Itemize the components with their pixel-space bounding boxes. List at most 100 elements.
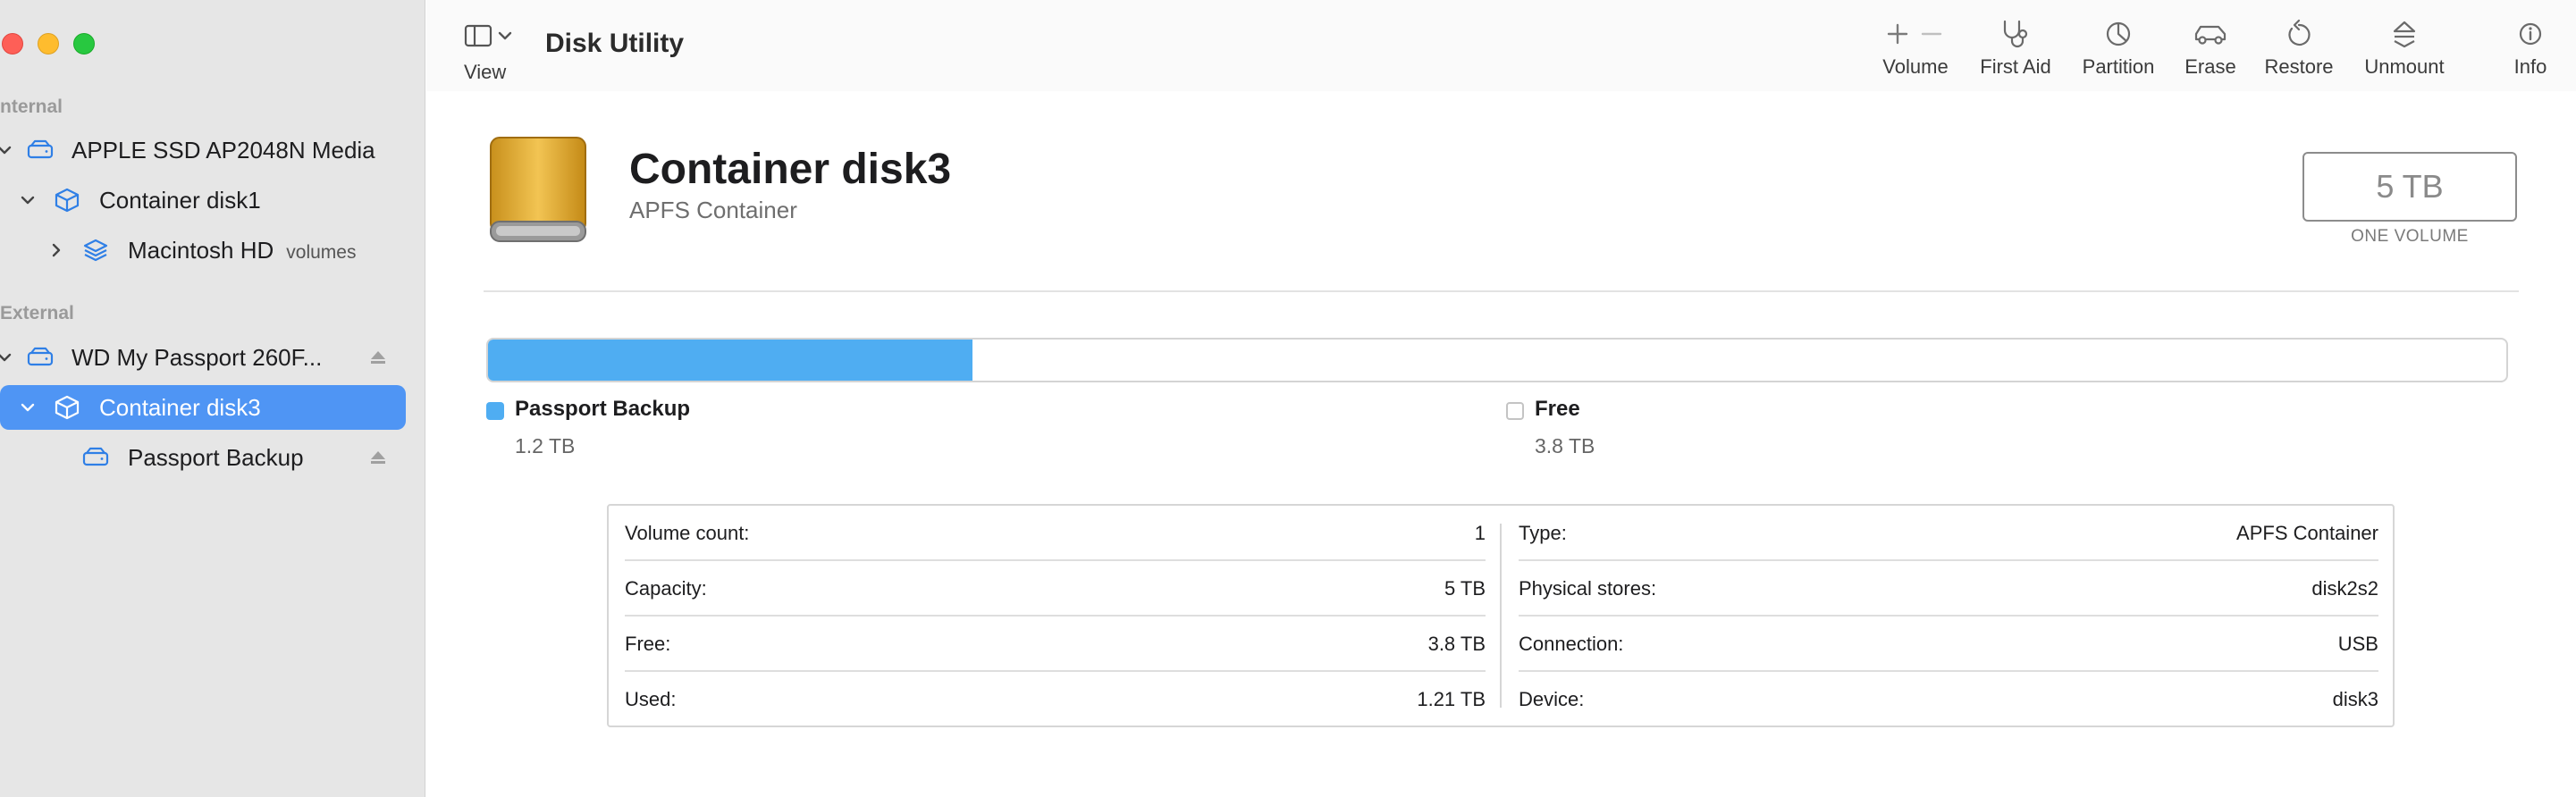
sidebar-item-macintosh-hd[interactable]: Macintosh HD volumes (0, 228, 406, 273)
view-label: View (464, 61, 507, 83)
section-external-label: External (0, 303, 74, 323)
toolbar: View Disk Utility Volume First Aid Parti… (426, 0, 2576, 91)
sidebar-item-passport-backup[interactable]: Passport Backup (0, 435, 406, 480)
sidebar-toggle-icon (464, 24, 512, 47)
capacity-display: 5 TB (2302, 152, 2517, 222)
first-aid-button[interactable]: First Aid (1962, 16, 2069, 88)
eject-icon[interactable] (368, 448, 388, 467)
sidebar-item-container-disk3[interactable]: Container disk3 (0, 385, 406, 430)
info-value: APFS Container (2236, 522, 2378, 544)
chevron-right-icon[interactable] (46, 240, 66, 260)
info-label: Type: (1519, 522, 1567, 544)
info-row: Volume count: 1 (625, 506, 1486, 561)
usage-bar-fill-passport-backup (488, 340, 972, 381)
sidebar-item-apple-ssd[interactable]: APPLE SSD AP2048N Media (0, 128, 406, 172)
unmount-label: Unmount (2364, 55, 2445, 78)
chevron-down-icon[interactable] (0, 140, 14, 160)
info-value: disk3 (2332, 688, 2378, 710)
container-icon (52, 187, 82, 214)
zoom-window-button[interactable] (73, 33, 95, 55)
legend-free: Free 3.8 TB (1506, 397, 1774, 468)
chevron-down-icon[interactable] (0, 348, 14, 367)
partition-button[interactable]: Partition (2065, 16, 2172, 88)
legend-name: Free (1535, 397, 1580, 421)
info-button[interactable]: Info (2495, 16, 2566, 88)
info-label: Physical stores: (1519, 577, 1657, 600)
sidebar-item-label: APPLE SSD AP2048N Media (72, 136, 375, 164)
info-row: Connection: USB (1519, 617, 2378, 672)
chevron-down-icon[interactable] (18, 190, 38, 210)
info-label: Volume count: (625, 522, 750, 544)
legend-value: 1.2 TB (515, 434, 576, 457)
info-row: Free: 3.8 TB (625, 617, 1486, 672)
info-label: Free: (625, 633, 671, 655)
restore-button[interactable]: Restore (2245, 16, 2353, 88)
restore-arrow-icon (2288, 19, 2311, 46)
info-table: Volume count: 1 Capacity: 5 TB Free: 3.8… (607, 504, 2395, 727)
info-row: Device: disk3 (1519, 672, 2378, 727)
plus-minus-icon (1887, 23, 1942, 45)
info-value: 1 (1474, 522, 1486, 544)
restore-label: Restore (2264, 55, 2334, 78)
legend-value: 3.8 TB (1535, 434, 1595, 457)
info-value: 1.21 TB (1417, 688, 1486, 710)
external-disk-icon (490, 137, 586, 242)
minimize-window-button[interactable] (38, 33, 59, 55)
section-internal-label: nternal (0, 96, 63, 117)
info-row: Physical stores: disk2s2 (1519, 561, 2378, 617)
pie-icon (2106, 21, 2131, 46)
info-label: Connection: (1519, 633, 1624, 655)
usage-bar (486, 338, 2508, 382)
sidebar-item-container-disk1[interactable]: Container disk1 (0, 178, 406, 222)
info-label: Capacity: (625, 577, 707, 600)
info-row: Type: APFS Container (1519, 506, 2378, 561)
sidebar-item-label-group: Macintosh HD volumes (128, 237, 356, 264)
info-column-right: Type: APFS Container Physical stores: di… (1503, 506, 2395, 726)
partition-label: Partition (2082, 55, 2155, 78)
sidebar-item-label: WD My Passport 260F... (72, 343, 323, 371)
capacity-subtitle: ONE VOLUME (2351, 227, 2469, 246)
chevron-down-icon[interactable] (18, 398, 38, 417)
drive-icon (25, 137, 55, 164)
info-value: disk2s2 (2311, 577, 2378, 600)
info-value: 5 TB (1444, 577, 1486, 600)
disk-type: APFS Container (629, 197, 797, 223)
disk-name: Container disk3 (629, 146, 952, 193)
sidebar: nternal APPLE SSD AP2048N Media Containe… (0, 0, 425, 797)
info-value: 3.8 TB (1427, 633, 1486, 655)
legend-swatch (486, 402, 504, 420)
view-button[interactable]: View (464, 20, 535, 83)
first-aid-label: First Aid (1980, 55, 2051, 78)
drive-icon (25, 344, 55, 371)
car-erase-icon (2194, 25, 2227, 45)
volume-label: Volume (1882, 55, 1949, 78)
legend-name: Passport Backup (515, 397, 691, 421)
eject-unmount-icon (2393, 21, 2416, 48)
info-label: Device: (1519, 688, 1585, 710)
stethoscope-icon (2003, 20, 2028, 48)
sidebar-item-label: Container disk1 (99, 186, 261, 214)
sidebar-item-label: Passport Backup (128, 443, 304, 471)
info-label: Used: (625, 688, 677, 710)
sidebar-item-label: Macintosh HD (128, 236, 274, 264)
app-title: Disk Utility (545, 29, 685, 58)
volume-button[interactable]: Volume (1862, 16, 1969, 88)
info-icon (2519, 22, 2542, 46)
info-row: Capacity: 5 TB (625, 561, 1486, 617)
unmount-button[interactable]: Unmount (2337, 16, 2471, 88)
volumes-stack-icon (80, 237, 111, 264)
info-column-left: Volume count: 1 Capacity: 5 TB Free: 3.8… (609, 506, 1502, 726)
info-label: Info (2513, 55, 2547, 78)
legend-passport-backup: Passport Backup 1.2 TB (486, 397, 844, 468)
main-content: Container disk3 APFS Container 5 TB ONE … (426, 91, 2576, 797)
info-row: Used: 1.21 TB (625, 672, 1486, 727)
sidebar-item-wd-my-passport[interactable]: WD My Passport 260F... (0, 335, 406, 380)
legend-swatch (1506, 402, 1524, 420)
close-window-button[interactable] (2, 33, 23, 55)
container-icon (52, 394, 82, 421)
drive-icon (80, 444, 111, 471)
info-value: USB (2337, 633, 2378, 655)
eject-icon[interactable] (368, 348, 388, 367)
header-divider (484, 290, 2519, 292)
sidebar-item-sublabel: volumes (286, 241, 357, 263)
